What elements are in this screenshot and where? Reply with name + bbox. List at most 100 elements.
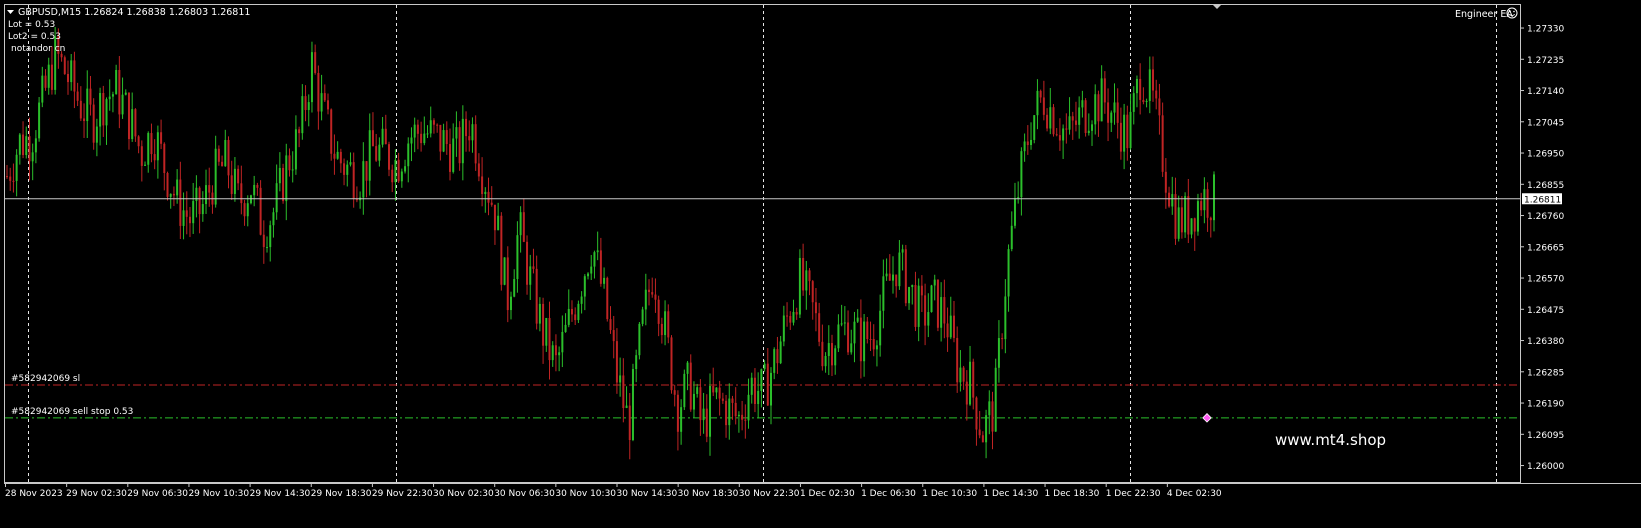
candle-body [224, 139, 227, 167]
candle-body [66, 73, 69, 83]
candle-body [766, 363, 769, 406]
candle-body [988, 401, 991, 416]
candle-body [901, 249, 904, 253]
order-marker[interactable] [1202, 413, 1212, 423]
candle-body [9, 176, 12, 181]
candle-body [558, 352, 561, 356]
candle-body [339, 151, 342, 164]
candle-body [1074, 120, 1077, 125]
candle-body [814, 302, 817, 314]
candle-body [156, 132, 159, 161]
candle-body [214, 148, 217, 205]
marker-diamond-icon[interactable] [1202, 413, 1212, 423]
candle-body [943, 297, 946, 324]
candle-body [6, 176, 8, 178]
candle-body [230, 175, 233, 194]
candle-body [1042, 97, 1045, 115]
candle-body [378, 144, 381, 161]
candle-body [108, 96, 111, 100]
x-tick-label: 28 Nov 2023 [5, 489, 63, 499]
candle-body [702, 408, 705, 421]
candle-body [410, 137, 413, 144]
candle-body [952, 315, 955, 338]
x-tick-label: 30 Nov 14:30 [617, 489, 678, 499]
candle-body [330, 109, 333, 154]
candle-body [1013, 198, 1016, 226]
candle-body [956, 337, 959, 383]
candle-body [121, 94, 124, 115]
candle-body [696, 387, 699, 394]
candle-body [1001, 338, 1004, 340]
candle-body [750, 377, 753, 395]
candle-body [587, 273, 590, 277]
candle-body [885, 273, 888, 277]
candle-body [1190, 218, 1193, 235]
candle-body [625, 405, 628, 409]
candle-body [891, 274, 894, 281]
candle-body [1203, 189, 1206, 211]
candle-body [895, 274, 898, 287]
chart-shift-triangle-icon[interactable] [1212, 4, 1222, 9]
candle-body [843, 322, 846, 324]
candle-body [847, 322, 850, 353]
candle-body [676, 394, 679, 432]
candle-body [269, 225, 272, 248]
candle-body [314, 52, 317, 73]
collapse-triangle-icon[interactable] [7, 10, 14, 14]
candle-body [631, 369, 634, 440]
x-tick-label: 30 Nov 18:30 [678, 489, 739, 499]
candle-body [301, 96, 304, 134]
candle-body [484, 191, 487, 195]
candle-body [519, 212, 522, 236]
candle-body [741, 414, 744, 420]
price-axis[interactable]: 1.27330 1.27235 1.27140 1.27045 1.26950 1.268… [1520, 25, 1564, 473]
candle-body [182, 210, 185, 226]
candle-body [317, 72, 320, 112]
candle-body [1065, 128, 1068, 130]
candle-body [1142, 99, 1145, 103]
x-tick-label: 30 Nov 02:30 [433, 489, 494, 499]
candle-body [397, 159, 400, 182]
candle-body [936, 279, 939, 328]
candle-body [243, 203, 246, 217]
candle-body [413, 124, 416, 138]
x-tick-label: 1 Dec 14:30 [983, 489, 1038, 499]
candle-body [140, 146, 143, 166]
candle-body [28, 136, 31, 162]
candle-body [972, 361, 975, 398]
candle-body [946, 323, 949, 338]
candle-body [407, 143, 410, 167]
candle-body [798, 257, 801, 315]
candle-body [699, 387, 702, 421]
candle-body [529, 266, 532, 285]
x-tick-label: 29 Nov 14:30 [250, 489, 311, 499]
candle-body [619, 375, 622, 383]
candle-body [227, 139, 230, 176]
candle-body [1184, 196, 1187, 233]
chart-window[interactable]: 1.27330 1.27235 1.27140 1.27045 1.26950 1.268… [0, 0, 1641, 528]
candle-body [1123, 114, 1126, 152]
candle-body [628, 405, 631, 440]
candle-body [76, 91, 79, 101]
candle-body [400, 171, 403, 182]
candle-body [692, 393, 695, 410]
candle-body [468, 136, 471, 141]
chart-header: GBPUSD,M15 1.26824 1.26838 1.26803 1.268… [7, 7, 250, 54]
candle-body [959, 367, 962, 383]
candle-body [1180, 207, 1183, 233]
candle-body [850, 343, 853, 353]
candle-body [599, 250, 602, 284]
time-axis[interactable]: 28 Nov 2023 29 Nov 02:30 29 Nov 06:30 29 No… [5, 483, 1222, 499]
candle-body [208, 185, 211, 193]
candle-body [365, 161, 368, 181]
candle-body [985, 415, 988, 443]
candle-body [160, 132, 163, 144]
candle-body [590, 266, 593, 274]
candle-body [70, 60, 73, 83]
candle-body [779, 341, 782, 364]
candle-body [811, 281, 814, 303]
candle-body [150, 133, 153, 155]
stop-loss-label: #582942069 sl [11, 374, 80, 384]
candle-body [1091, 124, 1094, 131]
candle-body [60, 53, 63, 58]
